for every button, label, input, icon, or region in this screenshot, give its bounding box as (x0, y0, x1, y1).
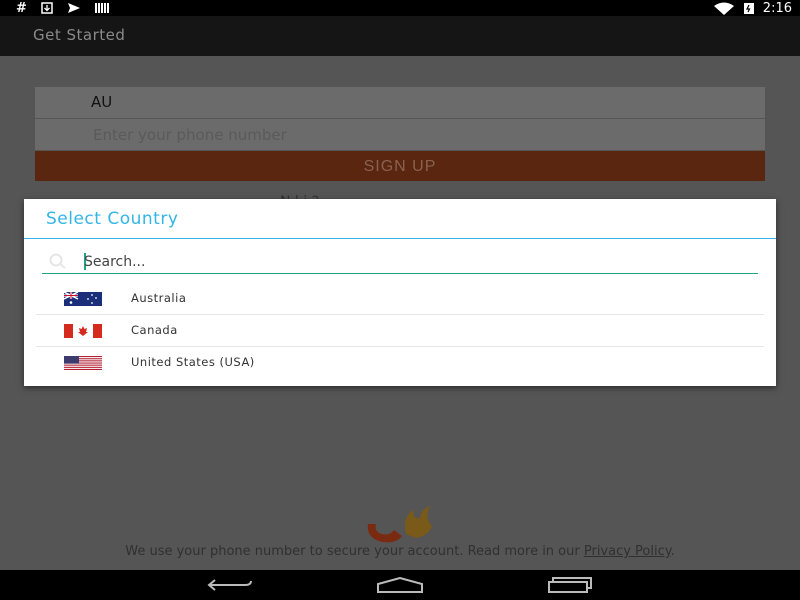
wifi-icon (713, 2, 734, 15)
country-row-usa[interactable]: United States (USA) (36, 347, 764, 378)
download-icon (41, 2, 53, 14)
back-button[interactable] (205, 575, 255, 595)
hash-icon: # (16, 0, 27, 16)
home-button[interactable] (375, 575, 425, 595)
country-code-value: AU (91, 93, 113, 111)
back-icon (207, 579, 252, 591)
page-title: Get Started (33, 26, 126, 44)
privacy-notice-suffix: . (670, 544, 675, 559)
navigation-bar (0, 570, 800, 600)
country-name: Canada (131, 323, 178, 337)
phone-field[interactable] (35, 119, 765, 150)
dialog-divider (24, 238, 776, 239)
canada-flag-icon (64, 324, 102, 338)
send-icon (67, 3, 80, 13)
recents-button[interactable] (545, 575, 595, 595)
search-icon (49, 253, 66, 269)
action-bar: Get Started (0, 16, 800, 56)
usa-flag-icon (64, 356, 102, 370)
home-icon (377, 577, 423, 593)
country-name: United States (USA) (131, 355, 255, 369)
sign-up-button[interactable]: SIGN UP (35, 151, 765, 181)
select-country-dialog: Select Country Australia (24, 199, 776, 386)
status-bar-right: 2:16 (713, 0, 792, 16)
country-name: Australia (131, 291, 187, 305)
status-time: 2:16 (762, 0, 792, 16)
status-bar: # 2:16 (0, 0, 800, 16)
search-input[interactable] (82, 251, 746, 273)
status-bar-left: # (16, 0, 109, 16)
privacy-policy-link[interactable]: Privacy Policy (584, 544, 671, 559)
country-row-australia[interactable]: Australia (36, 283, 764, 315)
country-list: Australia Canada United States (USA) (36, 283, 764, 378)
privacy-notice: We use your phone number to secure your … (0, 544, 800, 559)
app-logo-icon (367, 506, 432, 543)
privacy-notice-text: We use your phone number to secure your … (125, 544, 584, 559)
battery-icon (743, 2, 754, 14)
recents-icon (548, 577, 592, 593)
phone-input[interactable] (91, 123, 695, 147)
country-row-canada[interactable]: Canada (36, 315, 764, 347)
australia-flag-icon (64, 292, 102, 306)
dialog-title: Select Country (46, 209, 179, 229)
barcode-icon (94, 3, 109, 13)
country-search[interactable] (42, 251, 758, 274)
country-code-field[interactable]: AU (35, 87, 765, 118)
